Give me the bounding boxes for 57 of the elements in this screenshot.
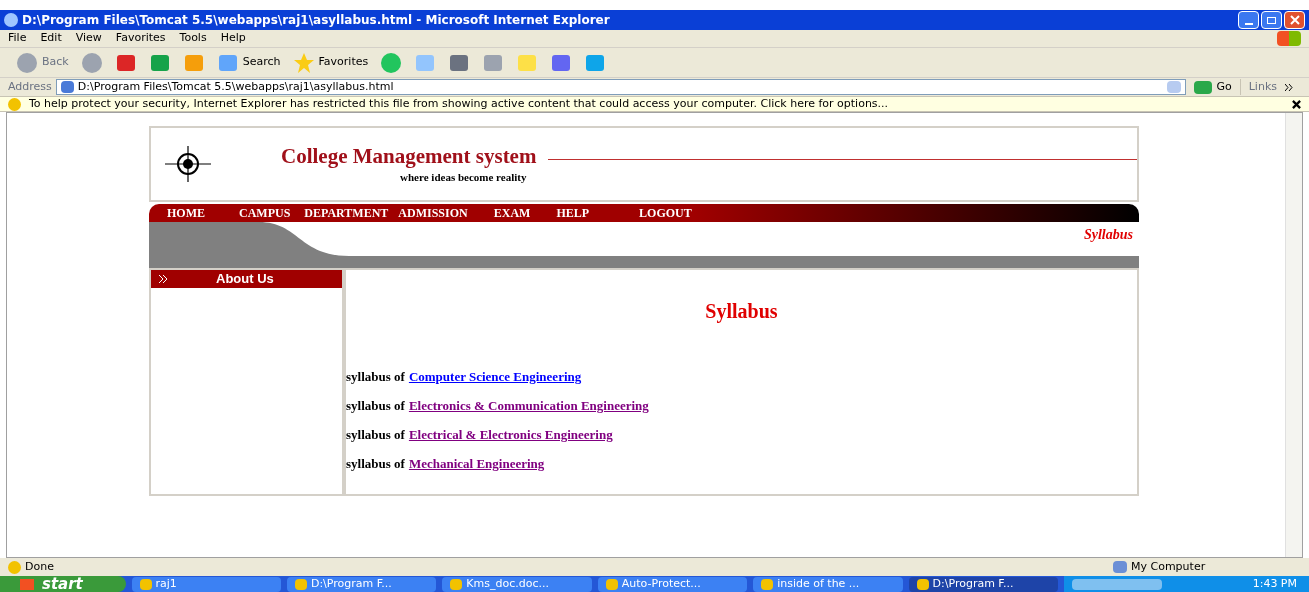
chevron-icon [159, 275, 168, 283]
menu-item[interactable]: Help [220, 30, 246, 47]
site-title: College Management system [281, 142, 537, 169]
scrollbar[interactable] [1285, 113, 1302, 557]
nav-link[interactable]: ADMISSION [398, 204, 468, 222]
taskbar-button[interactable]: D:\Program F... [286, 576, 437, 592]
chevron-icon [1285, 83, 1293, 91]
address-field[interactable]: D:\Program Files\Tomcat 5.5\webapps\raj1\asyllabus.html [55, 79, 1187, 95]
nav-link[interactable]: CAMPUS [239, 204, 291, 222]
links-button[interactable]: Links [1239, 78, 1301, 96]
info-bar-text: To help protect your security, Internet Explorer has restricted this file from showing active content that could access your computer. Click here for options... [29, 95, 889, 112]
syllabus-link[interactable]: Mechanical Engineering [408, 453, 545, 474]
nav-link[interactable]: LOGOUT [639, 204, 692, 222]
link-prefix: syllabus of [346, 425, 405, 444]
link-prefix: syllabus of [346, 367, 405, 386]
nav-link[interactable]: HELP [556, 204, 590, 222]
close-icon [1289, 15, 1300, 25]
back-button[interactable]: Back [16, 51, 69, 74]
favorites-button[interactable]: Favorites [292, 51, 369, 74]
window-title: D:\Program Files\Tomcat 5.5\webapps\raj1\asyllabus.html - Microsoft Internet Explorer [22, 12, 610, 29]
taskbar-button[interactable]: inside of the ... [753, 576, 903, 592]
section-label: Syllabus [1084, 226, 1133, 244]
taskbar-button[interactable]: Auto-Protect... [597, 576, 748, 592]
sidebar-heading[interactable]: About Us [151, 270, 342, 288]
syllabus-link[interactable]: Computer Science Engineering [408, 366, 582, 387]
menu-item[interactable]: File [8, 30, 27, 47]
syllabus-link[interactable]: Electronics & Communication Engineering [408, 395, 649, 416]
menu-item[interactable]: View [75, 30, 102, 47]
info-bar[interactable]: To help protect your security, Internet Explorer has restricted this file from showing active content that could access your computer. Click here for options... [0, 96, 1309, 112]
link-prefix: syllabus of [346, 396, 405, 415]
taskbar-button[interactable]: raj1 [131, 576, 281, 592]
favorites-icon [292, 51, 315, 74]
nav-link[interactable]: HOME [167, 204, 205, 222]
site-tagline: where ideas become reality [400, 169, 527, 185]
link-prefix: syllabus of [346, 454, 405, 473]
search-button[interactable]: Search [216, 51, 281, 74]
close-button[interactable] [1284, 11, 1305, 29]
zone-text: My Computer [1131, 558, 1207, 575]
close-icon[interactable] [1292, 99, 1301, 109]
syllabus-link[interactable]: Electrical & Electronics Engineering [408, 424, 613, 445]
clock: 1:43 PM [1252, 576, 1297, 592]
crosshair-icon [163, 144, 213, 184]
go-button[interactable]: Go [1190, 78, 1236, 96]
taskbar-button[interactable]: D:\Program F... [908, 576, 1058, 592]
address-value: D:\Program Files\Tomcat 5.5\webapps\raj1\asyllabus.html [77, 78, 394, 95]
menu-item[interactable]: Favorites [115, 30, 166, 47]
address-label: Address [8, 78, 52, 95]
status-text: Done [25, 558, 54, 575]
restore-button[interactable] [1261, 11, 1282, 29]
nav-link[interactable]: DEPARTMENT [304, 204, 389, 222]
start-button[interactable]: start [0, 576, 126, 592]
nav-link[interactable]: EXAM [493, 204, 531, 222]
minimize-button[interactable] [1238, 11, 1259, 29]
menu-item[interactable]: Edit [40, 30, 62, 47]
menu-item[interactable]: Tools [179, 30, 207, 47]
content-heading: Syllabus [704, 299, 779, 325]
taskbar-button[interactable]: Kms_doc.doc... [442, 576, 592, 592]
